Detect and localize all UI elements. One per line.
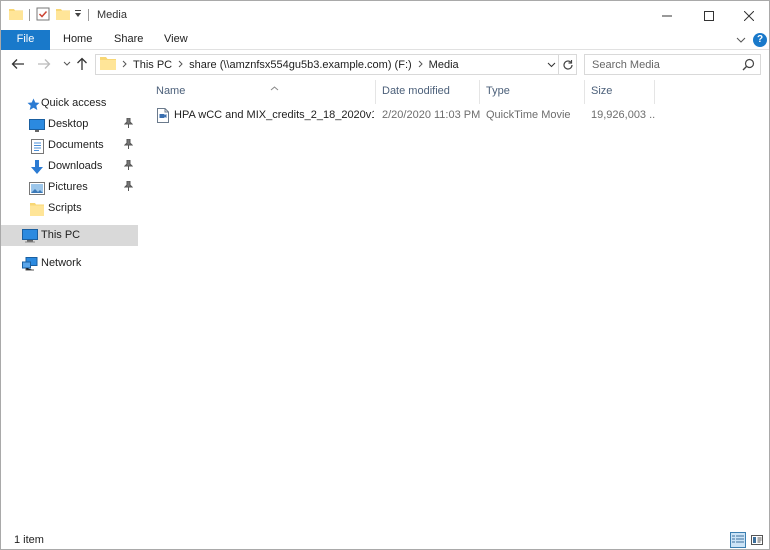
pictures-icon [29, 180, 45, 196]
column-header-date-modified[interactable]: Date modified [376, 80, 480, 104]
downloads-icon [29, 159, 45, 175]
sidebar-item-desktop[interactable]: Desktop [1, 114, 138, 135]
expand-ribbon-icon[interactable] [736, 35, 746, 47]
new-folder-icon[interactable] [56, 8, 70, 23]
tab-file[interactable]: File [1, 30, 50, 50]
sidebar-item-pictures[interactable]: Pictures [1, 177, 138, 198]
tab-share[interactable]: Share [114, 30, 143, 50]
address-dropdown-icon[interactable] [544, 55, 558, 74]
recent-locations-icon[interactable] [59, 56, 75, 72]
desktop-icon [29, 117, 45, 133]
chevron-right-icon [178, 59, 183, 71]
sidebar-item-label: Network [41, 257, 82, 269]
sidebar-item-network[interactable]: Network [1, 253, 138, 274]
sidebar-item-quick-access[interactable]: Quick access [1, 93, 138, 114]
file-name: HPA wCC and MIX_credits_2_18_2020v1-2_ [174, 109, 374, 121]
help-icon[interactable]: ? [753, 33, 767, 47]
refresh-button[interactable] [559, 54, 577, 75]
navigation-pane: Quick access Desktop Documents Downloads… [1, 80, 138, 528]
file-type: QuickTime Movie [486, 109, 571, 121]
folder-icon [29, 201, 45, 217]
breadcrumb-share[interactable]: share (\\amznfsx554gu5b3.example.com) (F… [189, 59, 412, 71]
video-file-icon [157, 108, 169, 126]
sort-ascending-icon [270, 77, 279, 99]
sidebar-item-label: Downloads [48, 160, 103, 172]
maximize-button[interactable] [689, 1, 729, 30]
column-header-name[interactable]: Name [150, 80, 376, 104]
column-header-size[interactable]: Size [585, 80, 655, 104]
column-label: Type [486, 85, 510, 97]
window-title: Media [97, 9, 127, 21]
sidebar-item-this-pc[interactable]: This PC [1, 225, 138, 246]
sidebar-item-scripts[interactable]: Scripts [1, 198, 138, 219]
large-icons-view-button[interactable] [749, 532, 765, 548]
tab-view[interactable]: View [164, 30, 188, 50]
pin-icon[interactable] [123, 159, 134, 173]
sidebar-item-label: Quick access [41, 97, 107, 109]
title-divider [88, 9, 89, 21]
pin-icon[interactable] [123, 138, 134, 152]
documents-icon [29, 138, 45, 154]
search-input[interactable] [585, 55, 740, 74]
back-button[interactable] [10, 56, 26, 72]
close-button[interactable] [729, 1, 769, 30]
file-date-modified: 2/20/2020 11:03 PM [382, 109, 481, 121]
sidebar-item-label: Pictures [48, 181, 88, 193]
chevron-right-icon [418, 59, 423, 71]
address-bar[interactable]: This PC share (\\amznfsx554gu5b3.example… [95, 54, 559, 75]
column-label: Date modified [382, 85, 450, 97]
explorer-window: Media File Home Share View ? This PC sha… [0, 0, 770, 550]
tab-home[interactable]: Home [63, 30, 92, 50]
details-view-button[interactable] [730, 532, 746, 548]
ribbon-tabs: File Home Share View ? [1, 30, 769, 50]
properties-icon[interactable] [36, 7, 50, 24]
search-icon[interactable] [742, 58, 755, 74]
minimize-button[interactable] [647, 1, 687, 30]
up-button[interactable] [74, 56, 90, 72]
status-bar: 1 item [1, 529, 769, 550]
chevron-right-icon [122, 59, 127, 71]
sidebar-item-label: This PC [41, 229, 81, 241]
file-list: Name Date modified Type Size HPA wCC and… [138, 80, 769, 528]
toolbar-divider [29, 9, 30, 21]
star-icon [25, 96, 41, 112]
customize-toolbar-icon[interactable] [74, 9, 82, 22]
quick-access-toolbar [9, 7, 82, 23]
breadcrumb-this-pc[interactable]: This PC [133, 59, 172, 71]
folder-icon [9, 8, 23, 23]
file-size: 19,926,003 ... [591, 109, 655, 121]
search-box[interactable] [584, 54, 761, 75]
navigation-bar: This PC share (\\amznfsx554gu5b3.example… [1, 51, 769, 79]
sidebar-item-label: Documents [48, 139, 104, 151]
sidebar-item-documents[interactable]: Documents [1, 135, 138, 156]
item-count: 1 item [14, 534, 44, 546]
computer-icon [22, 228, 38, 244]
forward-button[interactable] [36, 56, 52, 72]
column-header-type[interactable]: Type [480, 80, 585, 104]
file-row[interactable]: HPA wCC and MIX_credits_2_18_2020v1-2_ 2… [150, 105, 655, 127]
column-label: Size [591, 85, 613, 97]
pin-icon[interactable] [123, 117, 134, 131]
breadcrumb-media[interactable]: Media [429, 59, 459, 71]
pin-icon[interactable] [123, 180, 134, 194]
sidebar-item-label: Scripts [48, 202, 82, 214]
sidebar-item-downloads[interactable]: Downloads [1, 156, 138, 177]
sidebar-item-label: Desktop [48, 118, 89, 130]
network-icon [22, 256, 38, 272]
column-label: Name [156, 85, 186, 97]
title-bar: Media [1, 1, 769, 30]
folder-icon [100, 56, 116, 73]
